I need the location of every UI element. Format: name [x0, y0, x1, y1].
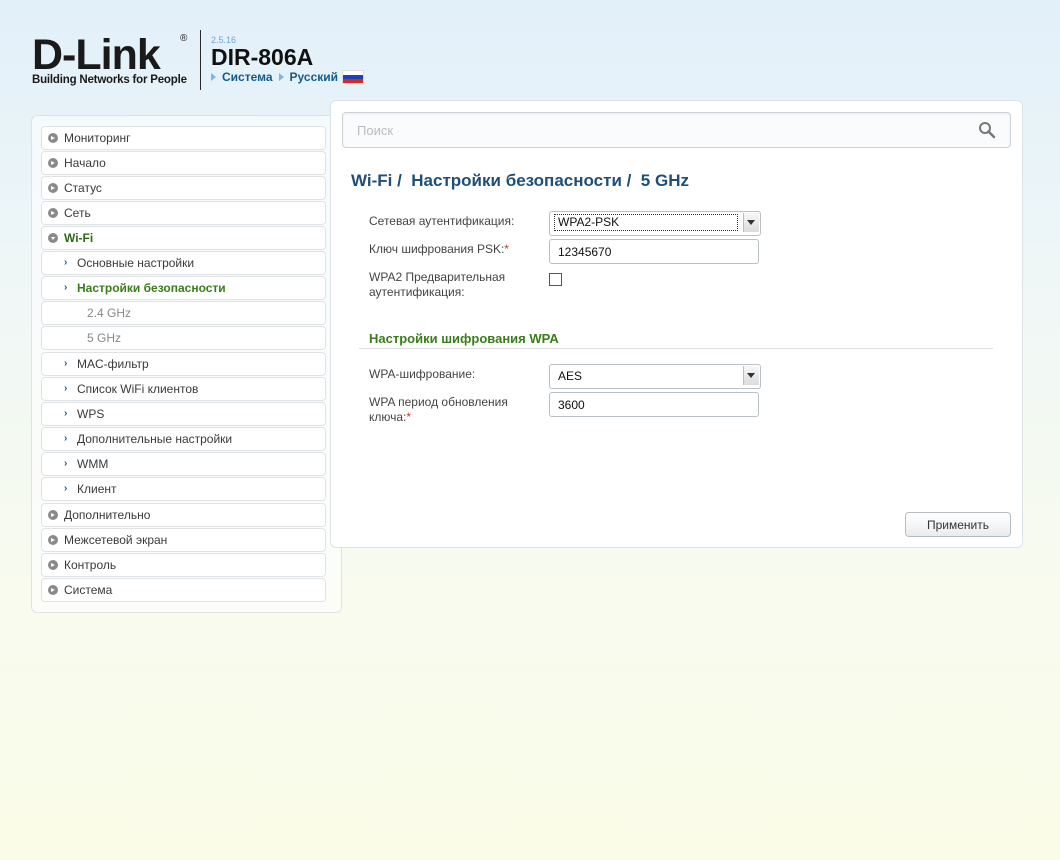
sidebar-item-wifi[interactable]: Wi-Fi	[41, 226, 326, 250]
wpa-period-input[interactable]	[549, 392, 759, 417]
preauth-label-line2: аутентификация:	[369, 285, 465, 299]
bullet-arrow-icon	[48, 158, 58, 168]
sidebar-item-label: Настройки безопасности	[77, 281, 226, 295]
sidebar-item-5ghz[interactable]: 5 GHz	[41, 326, 326, 350]
sidebar-item-label: Клиент	[77, 482, 117, 496]
sidebar-item-security-settings[interactable]: › Настройки безопасности	[41, 276, 326, 300]
sidebar-item-advanced[interactable]: Дополнительно	[41, 503, 326, 527]
sidebar-item-label: MAC-фильтр	[77, 357, 149, 371]
bullet-arrow-icon	[48, 560, 58, 570]
sidebar-item-label: Межсетевой экран	[64, 533, 168, 547]
sidebar-item-24ghz[interactable]: 2.4 GHz	[41, 301, 326, 325]
chevron-down-icon	[743, 366, 759, 385]
sidebar-item-label: 5 GHz	[87, 331, 122, 345]
sidebar-menu: Мониторинг Начало Статус Сеть Wi-Fi › Осн…	[31, 115, 342, 613]
sidebar-item-advanced-settings[interactable]: › Дополнительные настройки	[41, 427, 326, 451]
page-title: Wi-Fi / Настройки безопасности / 5 GHz	[351, 171, 689, 190]
preauth-checkbox[interactable]	[549, 273, 562, 286]
required-mark: *	[406, 410, 412, 424]
wpa-encryption-select[interactable]: AES	[549, 364, 761, 389]
header-links: Система Русский	[211, 70, 365, 84]
system-link[interactable]: Система	[222, 70, 273, 84]
bullet-arrow-icon	[48, 535, 58, 545]
sidebar-item-label: Контроль	[64, 558, 117, 572]
wpa-encryption-value: AES	[558, 369, 583, 383]
sidebar-item-firewall[interactable]: Межсетевой экран	[41, 528, 326, 552]
chevron-right-icon: ›	[64, 408, 68, 419]
auth-select-value: WPA2-PSK	[554, 214, 738, 231]
bullet-arrow-icon	[48, 208, 58, 218]
sidebar-item-status[interactable]: Статус	[41, 176, 326, 200]
sidebar-item-mac-filter[interactable]: › MAC-фильтр	[41, 352, 326, 376]
bullet-arrow-icon	[48, 183, 58, 193]
search-box	[342, 112, 1011, 148]
arrow-right-icon	[211, 73, 216, 81]
wpa-encryption-label: WPA-шифрование:	[369, 367, 476, 381]
sidebar-item-label: 2.4 GHz	[87, 306, 132, 320]
chevron-down-icon	[743, 213, 759, 232]
chevron-right-icon: ›	[64, 257, 68, 268]
arrow-right-icon	[278, 73, 284, 81]
apply-button[interactable]: Применить	[905, 512, 1011, 537]
sidebar-item-start[interactable]: Начало	[41, 151, 326, 175]
chevron-right-icon: ›	[64, 483, 68, 494]
language-link[interactable]: Русский	[290, 70, 339, 84]
wpa-period-label-line1: WPA период обновления	[369, 395, 508, 409]
psk-input[interactable]	[549, 239, 759, 264]
sidebar-item-wps[interactable]: › WPS	[41, 402, 326, 426]
sidebar-item-control[interactable]: Контроль	[41, 553, 326, 577]
registered-mark: ®	[180, 33, 188, 44]
chevron-right-icon: ›	[64, 383, 68, 394]
search-icon[interactable]	[978, 121, 996, 139]
psk-label: Ключ шифрования PSK:*	[369, 242, 509, 256]
bullet-arrow-icon	[48, 510, 58, 520]
chevron-right-icon: ›	[64, 433, 68, 444]
sidebar-item-label: Основные настройки	[77, 256, 195, 270]
psk-label-text: Ключ шифрования PSK:	[369, 242, 505, 256]
chevron-right-icon: ›	[64, 458, 68, 469]
sidebar-item-wmm[interactable]: › WMM	[41, 452, 326, 476]
bullet-arrow-icon	[48, 133, 58, 143]
sidebar-item-label: Мониторинг	[64, 131, 131, 145]
brand-name: D-Link	[32, 31, 161, 79]
sidebar-item-label: Wi-Fi	[64, 231, 94, 245]
section-divider	[359, 348, 993, 349]
dlink-logo: D-Link ® Building Networks for People	[32, 33, 192, 87]
chevron-right-icon: ›	[64, 358, 68, 369]
chevron-right-icon: ›	[64, 282, 68, 293]
sidebar-item-label: Статус	[64, 181, 102, 195]
sidebar-item-label: Сеть	[64, 206, 91, 220]
sidebar-item-label: WMM	[77, 457, 109, 471]
header-divider	[200, 30, 201, 90]
auth-select[interactable]: WPA2-PSK	[549, 211, 761, 236]
required-mark: *	[504, 242, 509, 256]
preauth-label-line1: WPA2 Предварительная	[369, 270, 506, 284]
sidebar-item-system[interactable]: Система	[41, 578, 326, 602]
sidebar-item-basic-settings[interactable]: › Основные настройки	[41, 251, 326, 275]
sidebar-item-label: Начало	[64, 156, 106, 170]
sidebar-item-monitoring[interactable]: Мониторинг	[41, 126, 326, 150]
wpa-period-label-line2: ключа:*	[369, 410, 508, 425]
bullet-arrow-icon	[48, 585, 58, 595]
russian-flag-icon[interactable]	[342, 70, 365, 84]
device-model: DIR-806A	[211, 44, 314, 70]
sidebar-item-wifi-clients[interactable]: › Список WiFi клиентов	[41, 377, 326, 401]
preauth-label: WPA2 Предварительная аутентификация:	[369, 270, 505, 300]
sidebar-item-label: Дополнительные настройки	[77, 432, 233, 446]
sidebar-item-label: Список WiFi клиентов	[77, 382, 199, 396]
auth-label: Сетевая аутентификация:	[369, 214, 515, 228]
sidebar-item-label: Дополнительно	[64, 508, 151, 522]
sidebar-item-network[interactable]: Сеть	[41, 201, 326, 225]
wpa-section-title: Настройки шифрования WPA	[369, 331, 559, 346]
wpa-period-label: WPA период обновления ключа:*	[369, 395, 508, 425]
main-panel: Wi-Fi / Настройки безопасности / 5 GHz С…	[330, 100, 1023, 548]
search-input[interactable]	[343, 113, 977, 147]
bullet-down-icon	[48, 233, 58, 243]
sidebar-item-label: WPS	[77, 407, 105, 421]
sidebar-item-client[interactable]: › Клиент	[41, 477, 326, 501]
sidebar-item-label: Система	[64, 583, 113, 597]
wpa-period-label-text: ключа:	[369, 410, 407, 424]
